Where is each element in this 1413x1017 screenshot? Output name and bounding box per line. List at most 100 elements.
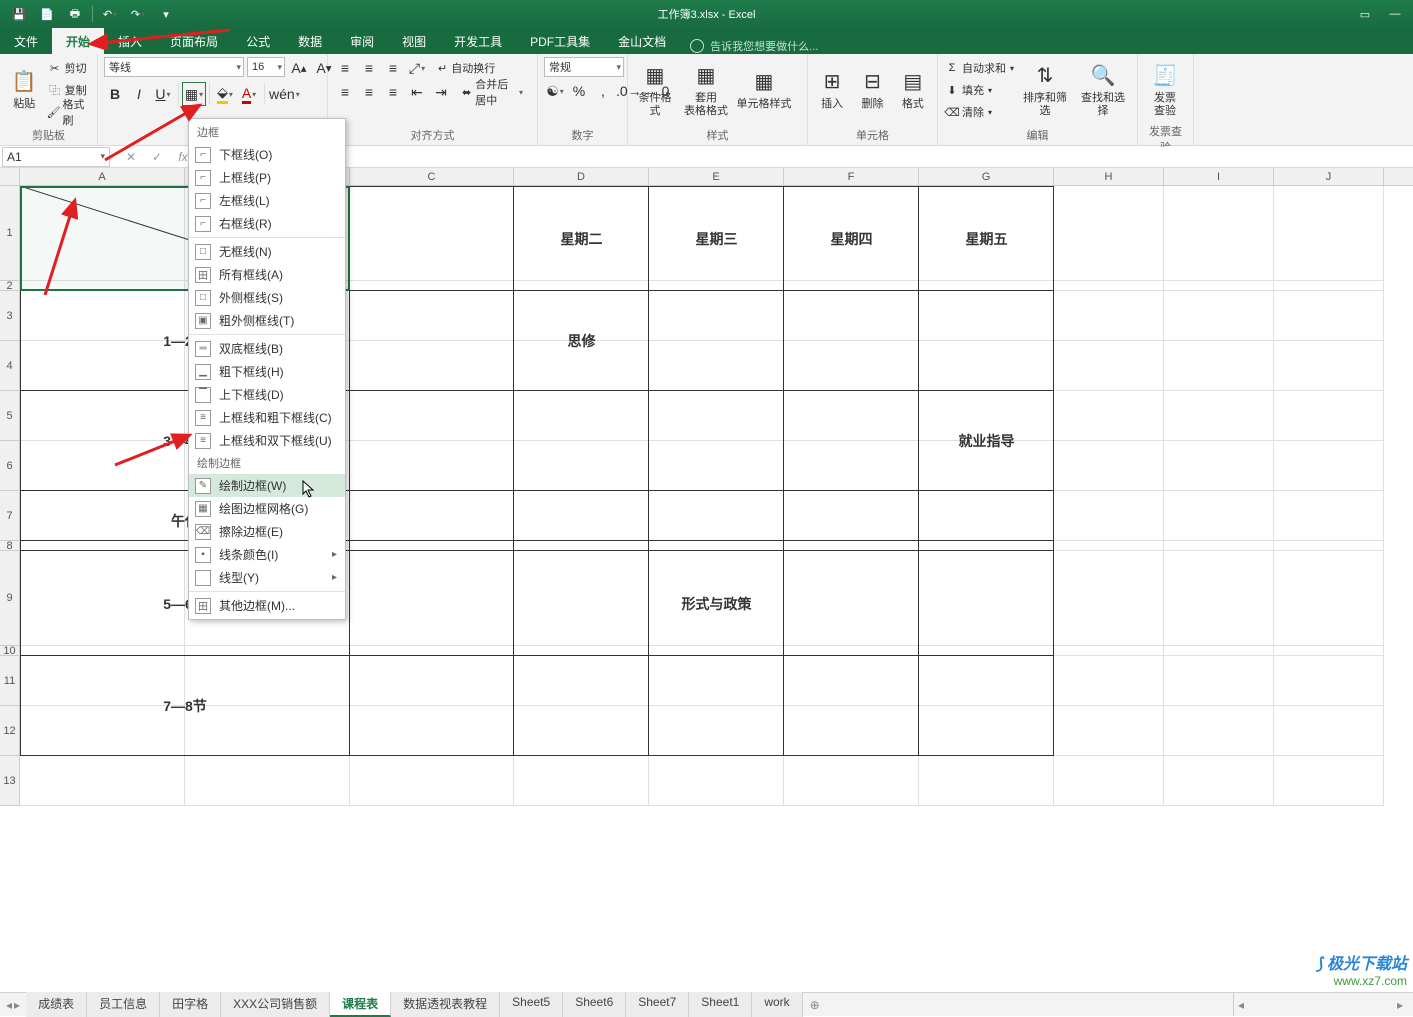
formula-input[interactable] bbox=[198, 147, 1413, 167]
row-header-10[interactable]: 10 bbox=[0, 646, 19, 656]
cancel-formula-icon[interactable]: ✕ bbox=[120, 147, 142, 167]
col-header-D[interactable]: D bbox=[514, 168, 649, 185]
merge-center-button[interactable]: ⬌合并后居中 bbox=[454, 81, 531, 103]
tab-home[interactable]: 开始 bbox=[52, 28, 104, 54]
align-right-icon[interactable]: ≡ bbox=[382, 81, 404, 103]
number-format-select[interactable]: 常规 bbox=[544, 57, 624, 77]
border-menu-item[interactable]: ⌐下框线(O) bbox=[189, 143, 345, 166]
cell[interactable] bbox=[1164, 646, 1274, 656]
qat-print-icon[interactable]: 🖶 bbox=[62, 3, 88, 25]
fill-color-button[interactable]: ⬙ bbox=[214, 83, 236, 105]
align-bottom-icon[interactable]: ≡ bbox=[382, 57, 404, 79]
phonetic-button[interactable]: wén bbox=[269, 83, 300, 105]
border-menu-item[interactable]: 田所有框线(A) bbox=[189, 263, 345, 286]
cell[interactable] bbox=[1054, 756, 1164, 806]
cell[interactable] bbox=[1164, 756, 1274, 806]
sheet-tab[interactable]: 员工信息 bbox=[87, 992, 160, 1017]
align-center-icon[interactable]: ≡ bbox=[358, 81, 380, 103]
col-header-J[interactable]: J bbox=[1274, 168, 1384, 185]
cell[interactable] bbox=[1054, 291, 1164, 341]
row-header-4[interactable]: 4 bbox=[0, 341, 19, 391]
cell[interactable] bbox=[20, 756, 185, 806]
sheet-tab[interactable]: XXX公司销售额 bbox=[221, 992, 330, 1017]
clear-button[interactable]: ⌫清除▾ bbox=[944, 101, 1014, 123]
border-menu-item[interactable]: □无框线(N) bbox=[189, 240, 345, 263]
border-menu-item[interactable]: ⌫擦除边框(E) bbox=[189, 520, 345, 543]
invoice-check-button[interactable]: 🧾发票 查验 bbox=[1144, 57, 1186, 123]
cell[interactable] bbox=[1164, 291, 1274, 341]
comma-icon[interactable]: , bbox=[592, 80, 614, 102]
font-size-select[interactable]: 16 bbox=[247, 57, 285, 77]
cell[interactable] bbox=[185, 756, 350, 806]
cell[interactable] bbox=[1054, 706, 1164, 756]
format-cells-button[interactable]: ▤格式 bbox=[895, 57, 931, 123]
tab-pagelayout[interactable]: 页面布局 bbox=[156, 28, 232, 54]
font-color-button[interactable]: A bbox=[238, 83, 260, 105]
cell[interactable] bbox=[1164, 656, 1274, 706]
col-header-H[interactable]: H bbox=[1054, 168, 1164, 185]
row-header-9[interactable]: 9 bbox=[0, 551, 19, 646]
font-name-select[interactable]: 等线 bbox=[104, 57, 244, 77]
border-menu-item[interactable]: ≡上框线和粗下框线(C) bbox=[189, 406, 345, 429]
qat-more-icon[interactable]: ▾ bbox=[153, 3, 179, 25]
sheet-tab[interactable]: Sheet1 bbox=[689, 992, 752, 1017]
tab-pdf[interactable]: PDF工具集 bbox=[516, 28, 604, 54]
orientation-icon[interactable]: ⤢ bbox=[406, 57, 428, 79]
italic-button[interactable]: I bbox=[128, 83, 150, 105]
enter-formula-icon[interactable]: ✓ bbox=[146, 147, 168, 167]
border-menu-item[interactable]: ⌐右框线(R) bbox=[189, 212, 345, 235]
cut-button[interactable]: ✂剪切 bbox=[47, 57, 91, 79]
col-header-I[interactable]: I bbox=[1164, 168, 1274, 185]
col-header-A[interactable]: A bbox=[20, 168, 185, 185]
window-minimize-icon[interactable]: — bbox=[1381, 3, 1409, 25]
cell[interactable] bbox=[1274, 656, 1384, 706]
tab-nav[interactable]: ◂▸ bbox=[0, 998, 26, 1012]
tell-me-search[interactable]: 告诉我您想要做什么... bbox=[680, 38, 828, 54]
cell[interactable] bbox=[1164, 186, 1274, 281]
qat-undo-icon[interactable]: ↶ bbox=[97, 3, 123, 25]
name-box[interactable]: A1 bbox=[2, 147, 110, 167]
cell[interactable] bbox=[1274, 551, 1384, 646]
cell[interactable] bbox=[919, 756, 1054, 806]
cell[interactable] bbox=[1054, 341, 1164, 391]
cell-styles-button[interactable]: ▦单元格样式 bbox=[736, 57, 792, 123]
cell[interactable] bbox=[784, 756, 919, 806]
row-header-6[interactable]: 6 bbox=[0, 441, 19, 491]
cell[interactable] bbox=[1164, 341, 1274, 391]
tab-review[interactable]: 审阅 bbox=[336, 28, 388, 54]
tab-devtools[interactable]: 开发工具 bbox=[440, 28, 516, 54]
format-painter-button[interactable]: 🖌格式刷 bbox=[47, 101, 91, 123]
cell[interactable] bbox=[1274, 646, 1384, 656]
row-header-2[interactable]: 2 bbox=[0, 281, 19, 291]
underline-button[interactable]: U bbox=[152, 83, 174, 105]
border-menu-item[interactable]: 线型(Y) bbox=[189, 566, 345, 589]
qat-export-icon[interactable]: 📄 bbox=[34, 3, 60, 25]
percent-icon[interactable]: % bbox=[568, 80, 590, 102]
cell[interactable] bbox=[1274, 341, 1384, 391]
sheet-tab[interactable]: Sheet5 bbox=[500, 992, 563, 1017]
border-menu-item[interactable]: ✎绘制边框(W) bbox=[189, 474, 345, 497]
ribbon-collapse-icon[interactable]: ▭ bbox=[1351, 3, 1379, 25]
row-header-8[interactable]: 8 bbox=[0, 541, 19, 551]
horizontal-scrollbar[interactable]: ◂ ▸ bbox=[1233, 993, 1413, 1016]
row-header-1[interactable]: 1 bbox=[0, 186, 19, 281]
sheet-tab[interactable]: work bbox=[752, 992, 802, 1017]
tab-view[interactable]: 视图 bbox=[388, 28, 440, 54]
cell[interactable] bbox=[1164, 706, 1274, 756]
sheet-tab[interactable]: Sheet7 bbox=[626, 992, 689, 1017]
cell[interactable] bbox=[1164, 441, 1274, 491]
indent-dec-icon[interactable]: ⇤ bbox=[406, 81, 428, 103]
sheet-tab[interactable]: 成绩表 bbox=[26, 992, 87, 1017]
paste-button[interactable]: 📋 粘贴 bbox=[6, 57, 43, 123]
cell[interactable] bbox=[1274, 706, 1384, 756]
border-menu-item[interactable]: ▔上下框线(D) bbox=[189, 383, 345, 406]
cell[interactable] bbox=[1054, 281, 1164, 291]
row-header-13[interactable]: 13 bbox=[0, 756, 19, 806]
cell[interactable] bbox=[649, 756, 784, 806]
cell[interactable] bbox=[1274, 186, 1384, 281]
row-headers[interactable]: 12345678910111213 bbox=[0, 186, 20, 806]
cell[interactable] bbox=[1274, 391, 1384, 441]
cell[interactable] bbox=[1274, 541, 1384, 551]
border-button[interactable]: ▦ bbox=[183, 83, 205, 105]
find-select-button[interactable]: 🔍查找和选择 bbox=[1076, 57, 1130, 123]
